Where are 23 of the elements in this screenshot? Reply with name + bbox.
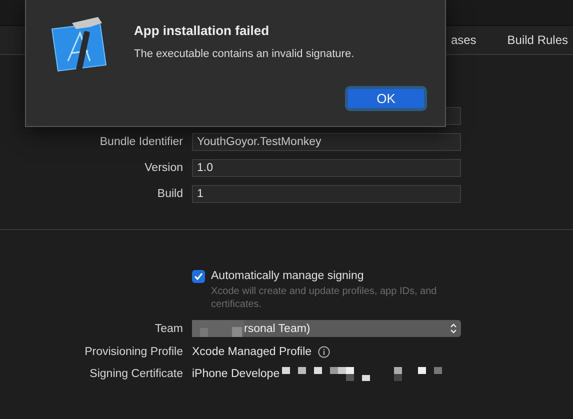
alert-message: The executable contains an invalid signature. bbox=[134, 48, 356, 60]
hint-text: Xcode will create and update profiles, app IDs, and certificates. bbox=[211, 285, 438, 311]
field-label: Build bbox=[156, 188, 183, 200]
alert-title: App installation failed bbox=[134, 23, 270, 38]
field-label: Version bbox=[144, 162, 183, 174]
team-popup[interactable]: rsonal Team) bbox=[192, 320, 461, 337]
text-field[interactable]: YouthGoyor.TestMonkey bbox=[192, 133, 461, 151]
profile-value: Xcode Managed Profile bbox=[192, 346, 312, 358]
field-label: Bundle Identifier bbox=[98, 136, 183, 148]
field-label: Signing Certificate bbox=[88, 368, 183, 380]
info-icon[interactable] bbox=[318, 346, 330, 358]
ok-button[interactable]: OK bbox=[345, 86, 427, 111]
text-field[interactable]: 1.0 bbox=[192, 159, 461, 177]
tab[interactable]: Build Rules bbox=[507, 33, 568, 47]
checkbox[interactable] bbox=[192, 270, 205, 283]
tab[interactable]: ases bbox=[450, 33, 476, 47]
redaction-mosaic bbox=[192, 320, 244, 337]
field-label: Team bbox=[154, 322, 183, 334]
checkbox-label: Automatically manage signing bbox=[211, 270, 365, 282]
field-label: Provisioning Profile bbox=[84, 346, 183, 358]
stepper-chevron-icon bbox=[450, 323, 457, 334]
certificate-value: iPhone Develope bbox=[192, 368, 280, 380]
text-field[interactable]: 1 bbox=[192, 185, 461, 203]
